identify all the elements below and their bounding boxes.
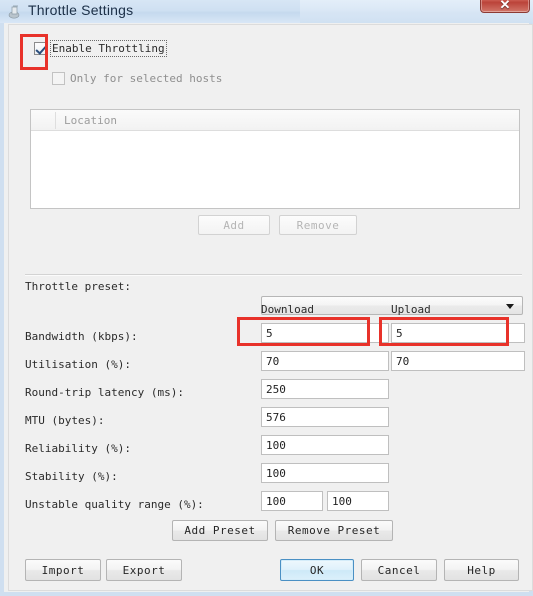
only-selected-hosts-checkbox[interactable] [52,72,65,85]
stability-field[interactable]: 100 [261,463,389,483]
reliability-label: Reliability (%): [25,442,131,455]
utilisation-label: Utilisation (%): [25,358,131,371]
enable-throttling-label: Enable Throttling [50,40,167,57]
reliability-field[interactable]: 100 [261,435,389,455]
download-column-header: Download [261,303,314,316]
hosts-list-column-location[interactable]: Location [64,114,117,127]
hosts-list-header-divider [55,112,56,129]
mtu-field[interactable]: 576 [261,407,389,427]
app-icon [8,5,20,19]
mtu-label: MTU (bytes): [25,414,105,427]
unstable-quality-range-label: Unstable quality range (%): [25,498,204,511]
ok-button[interactable]: OK [280,559,354,581]
title-bar: Throttle Settings ✕ [0,0,533,23]
bandwidth-label: Bandwidth (kbps): [25,330,138,343]
only-selected-hosts-row[interactable]: Only for selected hosts [52,72,222,85]
help-button[interactable]: Help [444,559,519,581]
utilisation-upload-field[interactable]: 70 [391,351,525,371]
enable-throttling-checkbox[interactable] [34,42,47,55]
throttle-settings-window: Throttle Settings ✕ Enable Throttling On… [0,0,533,596]
cancel-button[interactable]: Cancel [361,559,437,581]
remove-preset-button[interactable]: Remove Preset [275,520,393,541]
round-trip-latency-field[interactable]: 250 [261,379,389,399]
import-button[interactable]: Import [25,559,101,581]
unstable-quality-range-min-field[interactable]: 100 [261,491,323,511]
stability-label: Stability (%): [25,470,118,483]
window-title: Throttle Settings [28,2,134,18]
dialog-panel: Enable Throttling Only for selected host… [8,24,533,591]
only-selected-hosts-label: Only for selected hosts [70,72,223,85]
hosts-list-header: Location [31,110,519,131]
close-button[interactable]: ✕ [480,0,530,13]
add-host-button[interactable]: Add [198,215,270,235]
close-icon: ✕ [499,0,511,12]
chevron-down-icon [506,304,514,309]
add-preset-button[interactable]: Add Preset [172,520,268,541]
bandwidth-upload-field[interactable]: 5 [391,323,525,343]
bandwidth-download-field[interactable]: 5 [261,323,389,343]
section-separator [25,274,522,276]
upload-column-header: Upload [391,303,431,316]
round-trip-latency-label: Round-trip latency (ms): [25,386,184,399]
unstable-quality-range-max-field[interactable]: 100 [327,491,389,511]
dialog-client-area: Enable Throttling Only for selected host… [0,23,533,596]
enable-throttling-row[interactable]: Enable Throttling [34,40,167,57]
export-button[interactable]: Export [106,559,182,581]
throttle-preset-label: Throttle preset: [25,280,131,293]
hosts-list[interactable]: Location [30,109,520,209]
utilisation-download-field[interactable]: 70 [261,351,389,371]
remove-host-button[interactable]: Remove [279,215,357,235]
